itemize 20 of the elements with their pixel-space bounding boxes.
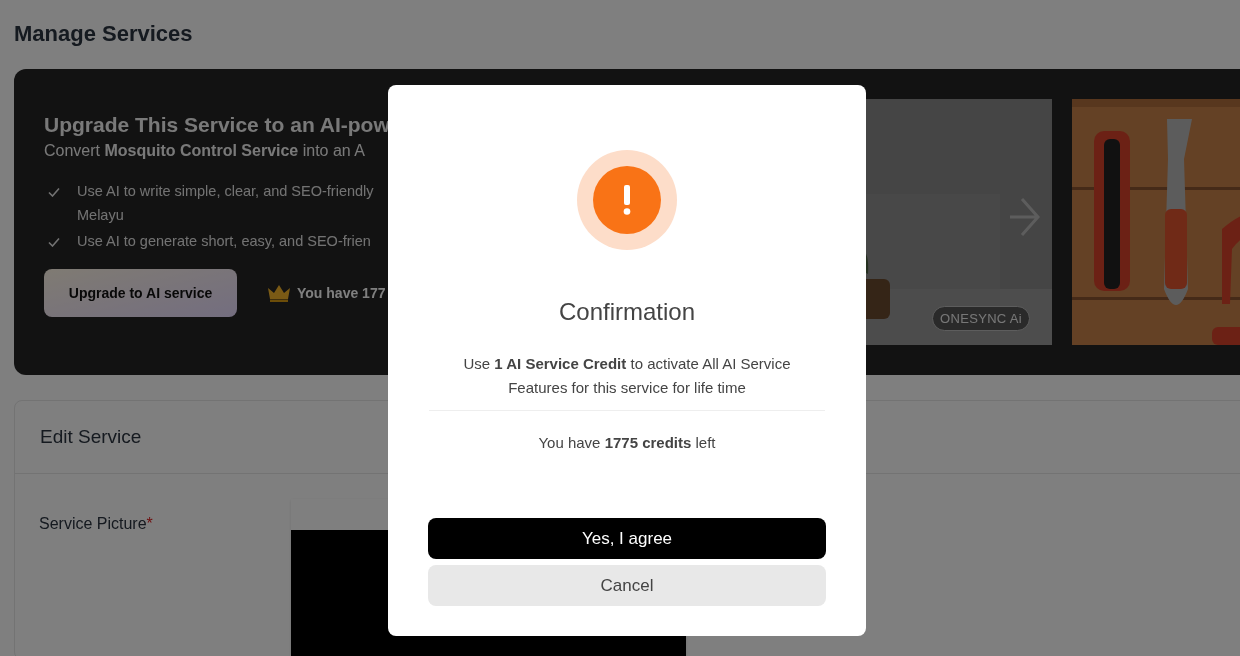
cancel-button[interactable]: Cancel: [428, 565, 826, 606]
dialog-message: Use 1 AI Service Credit to activate All AI Service Features for this service for life time: [462, 354, 792, 398]
banner-title: Upgrade This Service to an AI-pow: [44, 112, 391, 138]
dialog-title: Confirmation: [558, 297, 696, 327]
page-title: Manage Services: [14, 20, 194, 48]
banner-subtitle: Convert Mosquito Control Service into an A: [44, 141, 366, 161]
credits-left: You have 1775 credits left: [538, 433, 716, 453]
crown-icon: [267, 284, 291, 302]
check-icon: [48, 237, 60, 247]
feature-text: Melayu: [77, 206, 125, 225]
upgrade-button[interactable]: Upgrade to AI service: [44, 269, 237, 317]
feature-text: Use AI to generate short, easy, and SEO-frien: [77, 232, 371, 251]
arrow-right-icon: [1008, 196, 1040, 238]
credits-note: You have 177: [297, 283, 386, 303]
field-label: Service Picture: [39, 515, 147, 532]
feature-text: Use AI to write simple, clear, and SEO-friendly: [77, 182, 374, 201]
agree-button[interactable]: Yes, I agree: [428, 518, 826, 559]
check-icon: [48, 187, 60, 197]
card-title: Edit Service: [40, 424, 142, 449]
required-mark: *: [146, 515, 153, 532]
